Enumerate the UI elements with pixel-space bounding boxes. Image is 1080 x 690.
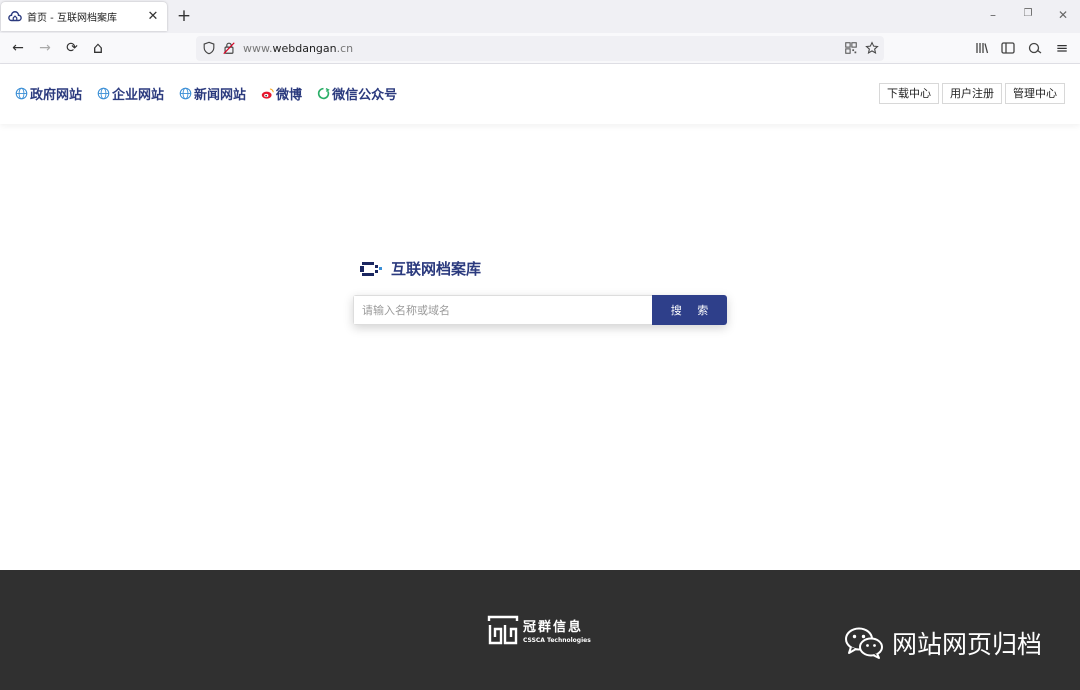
nav-wechat-official[interactable]: 微信公众号: [317, 84, 397, 103]
user-register-button[interactable]: 用户注册: [942, 83, 1002, 104]
url-tld: .cn: [336, 42, 354, 55]
url-host: www.: [243, 42, 273, 55]
company-name: 冠群信息: [523, 620, 584, 635]
footer: 冠群信息 CSSCA Technologies 网站网页归档: [0, 570, 1080, 690]
globe-icon: [97, 87, 110, 100]
bookmark-star-icon[interactable]: [865, 41, 879, 55]
download-center-button[interactable]: 下载中心: [879, 83, 939, 104]
menu-icon[interactable]: ≡: [1053, 40, 1071, 56]
admin-center-button[interactable]: 管理中心: [1005, 83, 1065, 104]
browser-tab-bar: 首页 - 互联网档案库 ✕ + – ❐ ✕: [0, 0, 1080, 33]
site-header: 政府网站 企业网站 新闻网站 微博 微信公众号 下载中心 用户注册 管理中心: [0, 64, 1080, 124]
search-button[interactable]: 搜 索: [652, 295, 727, 325]
qr-code-icon[interactable]: [844, 41, 858, 55]
sidebar-icon[interactable]: [1000, 40, 1016, 56]
nav-label: 企业网站: [112, 88, 165, 103]
search-input[interactable]: [353, 295, 652, 325]
globe-icon: [179, 87, 192, 100]
nav-label: 新闻网站: [194, 88, 247, 103]
nav-government-sites[interactable]: 政府网站: [15, 84, 82, 103]
company-english-name: CSSCA Technologies: [523, 637, 591, 644]
address-bar[interactable]: www.webdangan.cn: [196, 36, 884, 61]
back-button[interactable]: ←: [9, 40, 27, 56]
wechat-icon: [317, 87, 330, 100]
browser-toolbar: ← → ⟳ ⌂ www.webdangan.cn ≡: [0, 33, 1080, 64]
wechat-watermark: 网站网页归档: [844, 625, 1042, 661]
wechat-logo-icon: [844, 627, 883, 659]
window-minimize-button[interactable]: –: [985, 8, 1001, 22]
globe-icon: [15, 87, 28, 100]
insecure-lock-icon[interactable]: [222, 41, 236, 55]
url-text[interactable]: www.webdangan.cn: [243, 42, 353, 55]
nav-label: 微博: [276, 88, 303, 103]
company-logo-text: 冠群信息 CSSCA Technologies: [523, 616, 591, 644]
forward-button[interactable]: →: [36, 40, 54, 56]
weibo-icon: [261, 88, 274, 99]
tab-close-icon[interactable]: ✕: [145, 9, 161, 24]
library-icon[interactable]: [974, 40, 990, 56]
nav-weibo[interactable]: 微博: [261, 84, 302, 103]
reload-button[interactable]: ⟳: [63, 40, 81, 56]
nav-label: 微信公众号: [332, 88, 398, 103]
new-tab-button[interactable]: +: [175, 6, 193, 26]
site-nav: 政府网站 企业网站 新闻网站 微博 微信公众号: [15, 84, 412, 103]
tab-title: 首页 - 互联网档案库: [27, 13, 117, 24]
shield-icon[interactable]: [202, 41, 216, 55]
nav-enterprise-sites[interactable]: 企业网站: [97, 84, 164, 103]
nav-news-sites[interactable]: 新闻网站: [179, 84, 246, 103]
cssca-logo-icon: [487, 615, 519, 645]
home-button[interactable]: ⌂: [89, 40, 107, 56]
watermark-text: 网站网页归档: [891, 630, 1042, 659]
url-domain: webdangan: [272, 42, 337, 55]
account-icon[interactable]: [1027, 40, 1043, 56]
site-title: 互联网档案库: [391, 260, 482, 278]
browser-tab[interactable]: 首页 - 互联网档案库 ✕: [1, 2, 167, 31]
company-logo: 冠群信息 CSSCA Technologies: [487, 615, 591, 645]
nav-label: 政府网站: [30, 88, 83, 103]
window-restore-button[interactable]: ❐: [1020, 8, 1036, 19]
cloud-favicon-icon: [8, 10, 22, 21]
site-logo: 互联网档案库: [360, 258, 481, 279]
user-buttons: 下载中心 用户注册 管理中心: [876, 83, 1065, 104]
archive-logo-icon: [360, 261, 382, 276]
search-box: 搜 索: [353, 295, 727, 325]
window-close-button[interactable]: ✕: [1055, 8, 1071, 22]
